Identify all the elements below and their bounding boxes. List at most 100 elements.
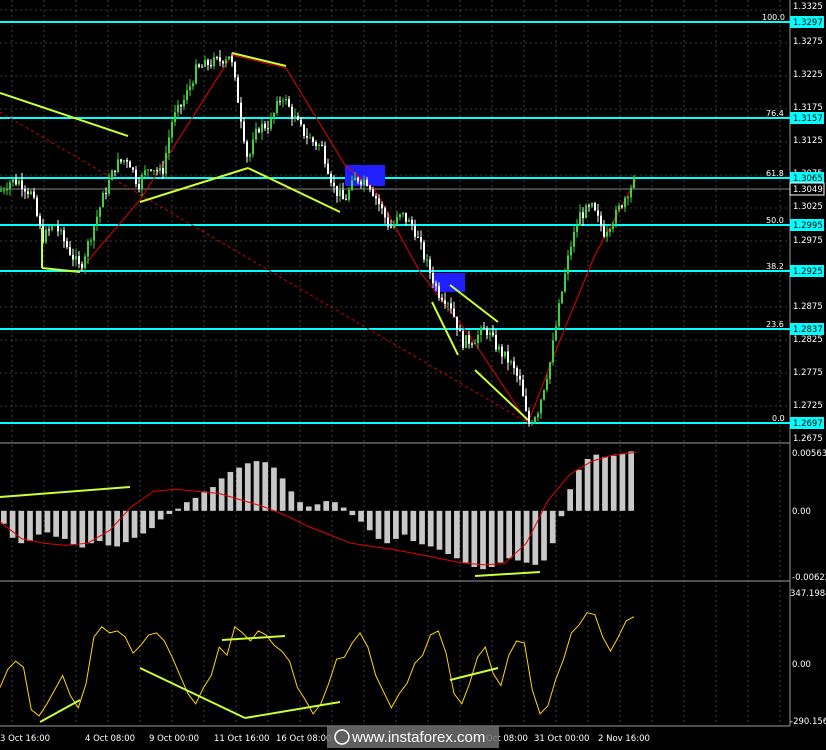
osc-tick-zero: 0.00 bbox=[792, 507, 811, 517]
candle-body bbox=[612, 223, 614, 230]
candle-body bbox=[630, 187, 632, 198]
cci-trend-line-1 bbox=[39, 699, 81, 723]
candle-body bbox=[195, 64, 197, 84]
candle-body bbox=[201, 66, 203, 68]
candle-body bbox=[297, 116, 299, 120]
candle-body bbox=[354, 177, 356, 181]
price-tick-8: 1.2975 bbox=[793, 236, 823, 246]
candle-body bbox=[408, 219, 410, 222]
candle-body bbox=[282, 100, 284, 102]
candle-body bbox=[339, 190, 341, 196]
candle-body bbox=[120, 159, 122, 162]
candle-body bbox=[396, 216, 398, 224]
candle-body bbox=[186, 90, 188, 101]
candle-body bbox=[0, 190, 2, 192]
histogram-bar bbox=[244, 463, 251, 511]
price-tick-11: 1.2775 bbox=[793, 368, 823, 378]
candle-body bbox=[111, 170, 113, 181]
candle-body bbox=[300, 119, 302, 125]
candle-body bbox=[114, 170, 116, 173]
candle-body bbox=[387, 217, 389, 227]
candle-body bbox=[207, 59, 209, 66]
price-tick-10: 1.2825 bbox=[793, 335, 823, 345]
candle-body bbox=[555, 326, 557, 341]
time-label-5: 16 Oct 08:00 bbox=[276, 734, 331, 744]
candle-body bbox=[234, 62, 236, 78]
cci-tick-zero: 0.00 bbox=[792, 660, 811, 670]
histogram-bar bbox=[445, 510, 452, 555]
candle-body bbox=[255, 128, 257, 140]
candle-body bbox=[276, 100, 278, 114]
current-price-text: 1.3049 bbox=[793, 185, 823, 195]
candle-body bbox=[504, 351, 506, 357]
candle-body bbox=[363, 179, 365, 185]
candle-body bbox=[228, 56, 230, 60]
candle-body bbox=[258, 128, 260, 133]
red-zigzag bbox=[79, 54, 637, 425]
fib-label-38: 38.2 bbox=[766, 262, 784, 271]
candle-body bbox=[456, 316, 458, 330]
candle-body bbox=[345, 199, 347, 201]
candle-body bbox=[279, 100, 281, 102]
candle-body bbox=[531, 422, 533, 424]
candle-body bbox=[90, 240, 92, 242]
candle-body bbox=[30, 191, 32, 194]
candle-body bbox=[633, 176, 635, 188]
histogram-bar bbox=[288, 491, 295, 511]
fib-price-100: 1.3297 bbox=[793, 18, 823, 28]
candle-body bbox=[252, 139, 254, 155]
histogram-bar bbox=[297, 502, 303, 511]
candle-body bbox=[222, 61, 224, 64]
candle-body bbox=[372, 189, 374, 196]
time-label-7: 31 Oct 00:00 bbox=[534, 734, 589, 744]
candle-body bbox=[495, 334, 497, 350]
candle-body bbox=[291, 106, 293, 119]
candle-body bbox=[537, 413, 539, 418]
candle-body bbox=[435, 283, 437, 286]
histogram-bar bbox=[166, 510, 173, 515]
candle-body bbox=[63, 230, 65, 242]
histogram-bar bbox=[175, 508, 181, 511]
candle-body bbox=[384, 208, 386, 218]
histogram-bar bbox=[358, 510, 364, 522]
fib-label-0: 0.0 bbox=[772, 414, 785, 423]
candle-body bbox=[147, 169, 149, 171]
histogram-bar bbox=[541, 510, 547, 561]
candle-body bbox=[522, 379, 524, 397]
candle-body bbox=[21, 180, 23, 189]
candle-body bbox=[24, 188, 26, 192]
histogram-bar bbox=[628, 451, 634, 511]
candle-body bbox=[507, 351, 509, 363]
candle-body bbox=[360, 181, 362, 185]
candle-body bbox=[411, 219, 413, 227]
candle-body bbox=[117, 159, 119, 173]
candle-body bbox=[591, 203, 593, 207]
candle-body bbox=[585, 205, 587, 218]
trend-line-1 bbox=[0, 92, 129, 137]
candle-body bbox=[405, 212, 407, 222]
candle-body bbox=[123, 160, 125, 162]
candle-body bbox=[489, 332, 491, 336]
candle-body bbox=[516, 368, 518, 376]
cci-trend-line-2 bbox=[139, 667, 246, 719]
candle-body bbox=[159, 167, 161, 172]
candle-body bbox=[621, 205, 623, 208]
histogram-bar bbox=[419, 510, 425, 545]
candle-body bbox=[561, 291, 563, 304]
histogram-bar bbox=[610, 455, 617, 511]
candle-body bbox=[78, 256, 80, 264]
candle-body bbox=[510, 361, 512, 363]
price-tick-7: 1.3025 bbox=[793, 202, 823, 212]
trend-line-5 bbox=[247, 167, 341, 213]
histogram-bar bbox=[9, 510, 16, 538]
candle-body bbox=[6, 189, 8, 191]
candle-body bbox=[483, 327, 485, 329]
candle-body bbox=[144, 170, 146, 175]
candle-body bbox=[180, 104, 182, 107]
cci-tick-min: -290.1564 bbox=[790, 717, 826, 727]
histogram-bar bbox=[262, 462, 269, 511]
histogram-bar bbox=[384, 510, 391, 544]
histogram-bar bbox=[549, 510, 556, 544]
histogram-bar bbox=[436, 510, 443, 550]
candle-body bbox=[597, 210, 599, 216]
